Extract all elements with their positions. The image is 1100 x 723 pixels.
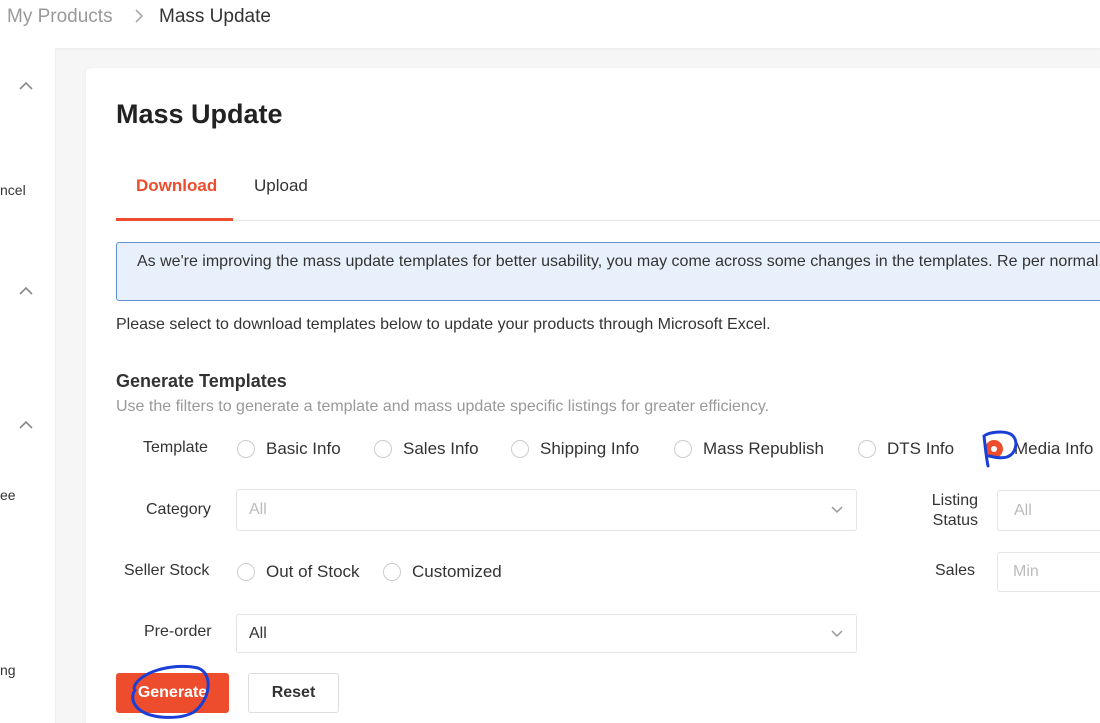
active-tab-indicator xyxy=(116,218,233,221)
sidebar: ncel ee ng xyxy=(0,48,56,723)
tab-download[interactable]: Download xyxy=(136,176,217,196)
generate-button[interactable]: Generate xyxy=(116,673,229,713)
radio-label-dts-info[interactable]: DTS Info xyxy=(887,439,954,459)
tabs-divider xyxy=(116,220,1100,221)
sales-min-input[interactable] xyxy=(998,553,1100,591)
tab-upload[interactable]: Upload xyxy=(254,176,308,196)
top-bar: My Products Mass Update xyxy=(0,0,1100,48)
sidebar-item-label[interactable]: ncel xyxy=(0,182,26,198)
chevron-up-icon[interactable] xyxy=(17,419,35,431)
radio-dts-info[interactable] xyxy=(858,440,876,458)
listing-status-label-line1: Listing xyxy=(931,492,978,509)
chevron-down-icon xyxy=(831,630,843,638)
category-value: All xyxy=(249,501,267,518)
chevron-down-icon xyxy=(831,506,843,514)
listing-status-label: Listing Status xyxy=(922,491,978,531)
radio-sales-info[interactable] xyxy=(374,440,392,458)
sidebar-item-label[interactable]: ee xyxy=(0,487,16,503)
radio-media-info[interactable] xyxy=(985,440,1003,458)
breadcrumb-mass-update: Mass Update xyxy=(159,6,271,27)
seller-stock-label: Seller Stock xyxy=(124,562,210,579)
sales-min-field[interactable] xyxy=(997,552,1100,592)
instruction-text: Please select to download templates belo… xyxy=(116,316,771,333)
radio-label-shipping-info[interactable]: Shipping Info xyxy=(540,439,639,459)
sales-label: Sales xyxy=(935,562,976,579)
pre-order-label: Pre-order xyxy=(144,623,212,640)
radio-mass-republish[interactable] xyxy=(674,440,692,458)
listing-status-label-line2: Status xyxy=(932,512,978,529)
category-label: Category xyxy=(146,501,211,518)
reset-button[interactable]: Reset xyxy=(248,673,339,713)
radio-label-sales-info[interactable]: Sales Info xyxy=(403,439,479,459)
info-notice: As we're improving the mass update templ… xyxy=(116,242,1100,301)
radio-shipping-info[interactable] xyxy=(511,440,529,458)
chevron-right-icon xyxy=(135,9,144,23)
radio-out-of-stock[interactable] xyxy=(237,563,255,581)
radio-label-out-of-stock[interactable]: Out of Stock xyxy=(266,562,360,582)
radio-basic-info[interactable] xyxy=(237,440,255,458)
notice-text: As we're improving the mass update templ… xyxy=(137,253,1100,270)
sidebar-item-label[interactable]: ng xyxy=(0,662,16,678)
radio-customized[interactable] xyxy=(383,563,401,581)
radio-label-media-info[interactable]: Media Info xyxy=(1014,439,1093,459)
pre-order-select[interactable]: All xyxy=(236,614,857,653)
page-title: Mass Update xyxy=(116,99,283,129)
chevron-up-icon[interactable] xyxy=(17,285,35,297)
section-subtitle: Use the filters to generate a template a… xyxy=(116,398,770,415)
category-select[interactable]: All xyxy=(236,489,857,531)
breadcrumb-my-products[interactable]: My Products xyxy=(7,6,113,28)
pre-order-value: All xyxy=(249,625,267,642)
radio-label-customized[interactable]: Customized xyxy=(412,562,502,582)
radio-label-basic-info[interactable]: Basic Info xyxy=(266,439,341,459)
radio-label-mass-republish[interactable]: Mass Republish xyxy=(703,439,824,459)
listing-status-value: All xyxy=(1014,502,1032,519)
template-label: Template xyxy=(143,439,208,456)
chevron-up-icon[interactable] xyxy=(17,80,35,92)
section-title: Generate Templates xyxy=(116,371,287,391)
listing-status-select[interactable]: All xyxy=(997,490,1100,531)
